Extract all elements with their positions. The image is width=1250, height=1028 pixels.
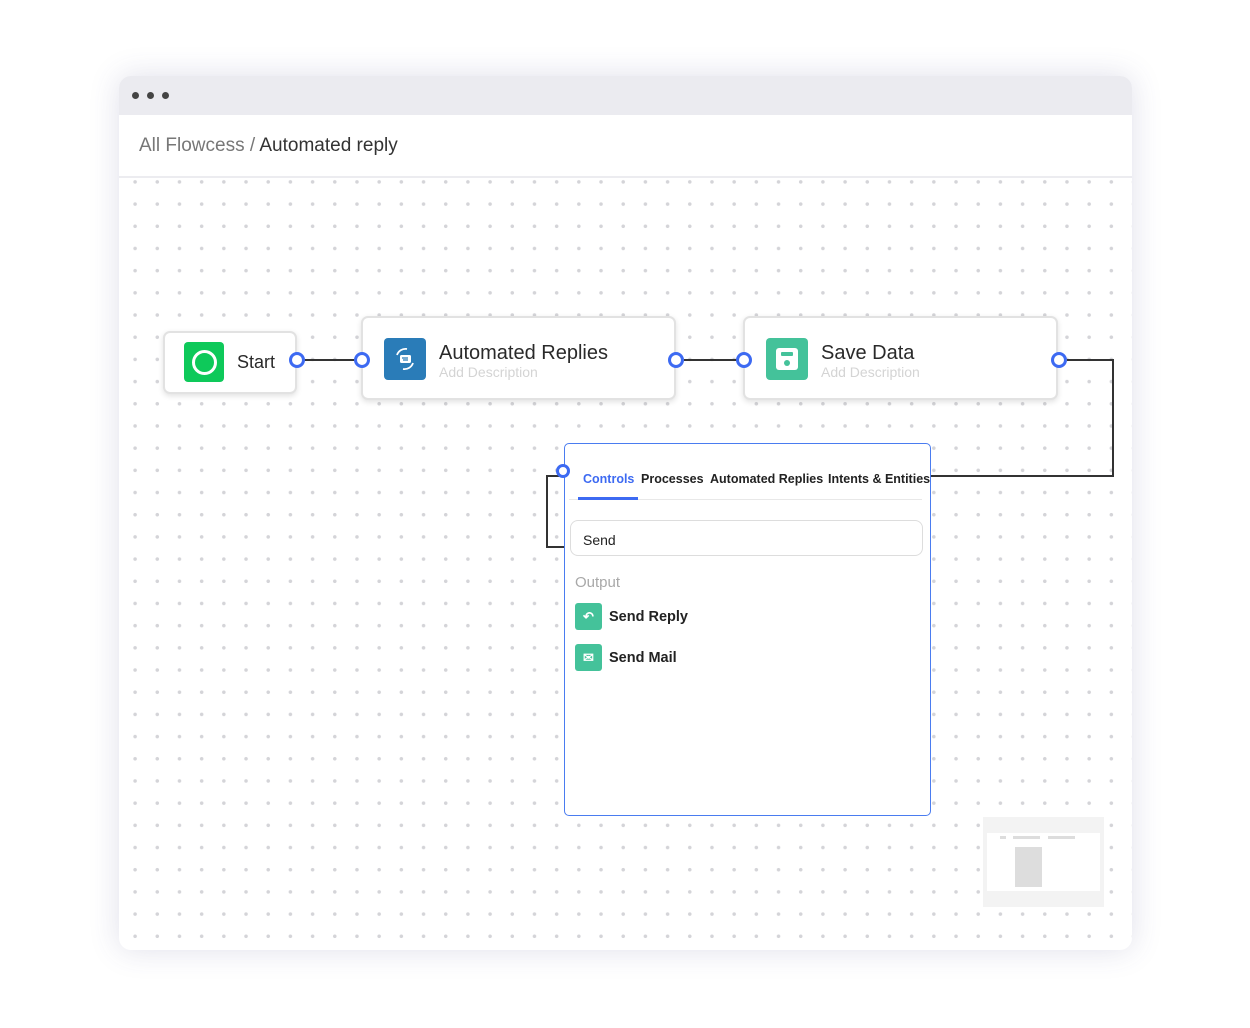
node-description[interactable]: Add Description xyxy=(439,364,538,380)
floppy-disk-icon xyxy=(766,338,808,380)
mail-icon: ✉ xyxy=(575,644,602,671)
node-description[interactable]: Add Description xyxy=(821,364,920,380)
list-item-send-mail[interactable]: ✉ Send Mail xyxy=(575,644,677,671)
breadcrumb-current: Automated reply xyxy=(259,135,398,156)
window-dot xyxy=(162,92,169,99)
tab-intents-entities[interactable]: Intents & Entities xyxy=(828,472,930,486)
window-dot xyxy=(147,92,154,99)
minimap-node xyxy=(1000,836,1006,839)
minimap-node xyxy=(1015,847,1042,887)
tab-controls[interactable]: Controls xyxy=(583,472,634,486)
item-label: Send Reply xyxy=(609,608,688,625)
connector xyxy=(1067,359,1113,361)
connector xyxy=(684,359,740,361)
input-port[interactable] xyxy=(736,352,752,368)
window-dot xyxy=(132,92,139,99)
tab-processes[interactable]: Processes xyxy=(641,472,704,486)
connector xyxy=(546,475,548,547)
minimap[interactable] xyxy=(983,817,1104,907)
input-port[interactable] xyxy=(556,464,570,478)
tab-automated-replies[interactable]: Automated Replies xyxy=(710,472,823,486)
input-port[interactable] xyxy=(354,352,370,368)
reply-icon: ↶ xyxy=(575,603,602,630)
breadcrumb: All Flowcess / Automated reply xyxy=(119,115,1132,178)
connector xyxy=(1112,359,1114,476)
minimap-viewport xyxy=(987,833,1100,891)
node-save-data[interactable]: Save Data Add Description xyxy=(743,316,1058,400)
minimap-node xyxy=(1013,836,1040,839)
flow-canvas[interactable]: Start Automated Replies Add Description … xyxy=(119,178,1132,950)
section-label: Output xyxy=(575,574,621,591)
node-title: Automated Replies xyxy=(439,342,608,364)
search-input[interactable]: Send xyxy=(570,520,923,556)
chat-sync-icon xyxy=(384,338,426,380)
connector xyxy=(546,546,564,548)
output-port[interactable] xyxy=(668,352,684,368)
list-item-send-reply[interactable]: ↶ Send Reply xyxy=(575,603,688,630)
breadcrumb-parent[interactable]: All Flowcess xyxy=(139,135,245,156)
output-port[interactable] xyxy=(1051,352,1067,368)
node-automated-replies[interactable]: Automated Replies Add Description xyxy=(361,316,676,400)
node-title: Save Data xyxy=(821,342,915,364)
circle-icon xyxy=(184,342,224,382)
title-bar xyxy=(119,76,1132,115)
node-start[interactable]: Start xyxy=(163,331,297,394)
minimap-node xyxy=(1048,836,1075,839)
breadcrumb-separator: / xyxy=(249,135,256,156)
node-title: Start xyxy=(237,352,276,372)
output-port[interactable] xyxy=(289,352,305,368)
item-label: Send Mail xyxy=(609,649,677,666)
app-window: All Flowcess / Automated reply Start Aut… xyxy=(119,76,1132,950)
active-tab-indicator xyxy=(578,497,638,500)
node-picker-panel: Controls Processes Automated Replies Int… xyxy=(556,443,931,816)
